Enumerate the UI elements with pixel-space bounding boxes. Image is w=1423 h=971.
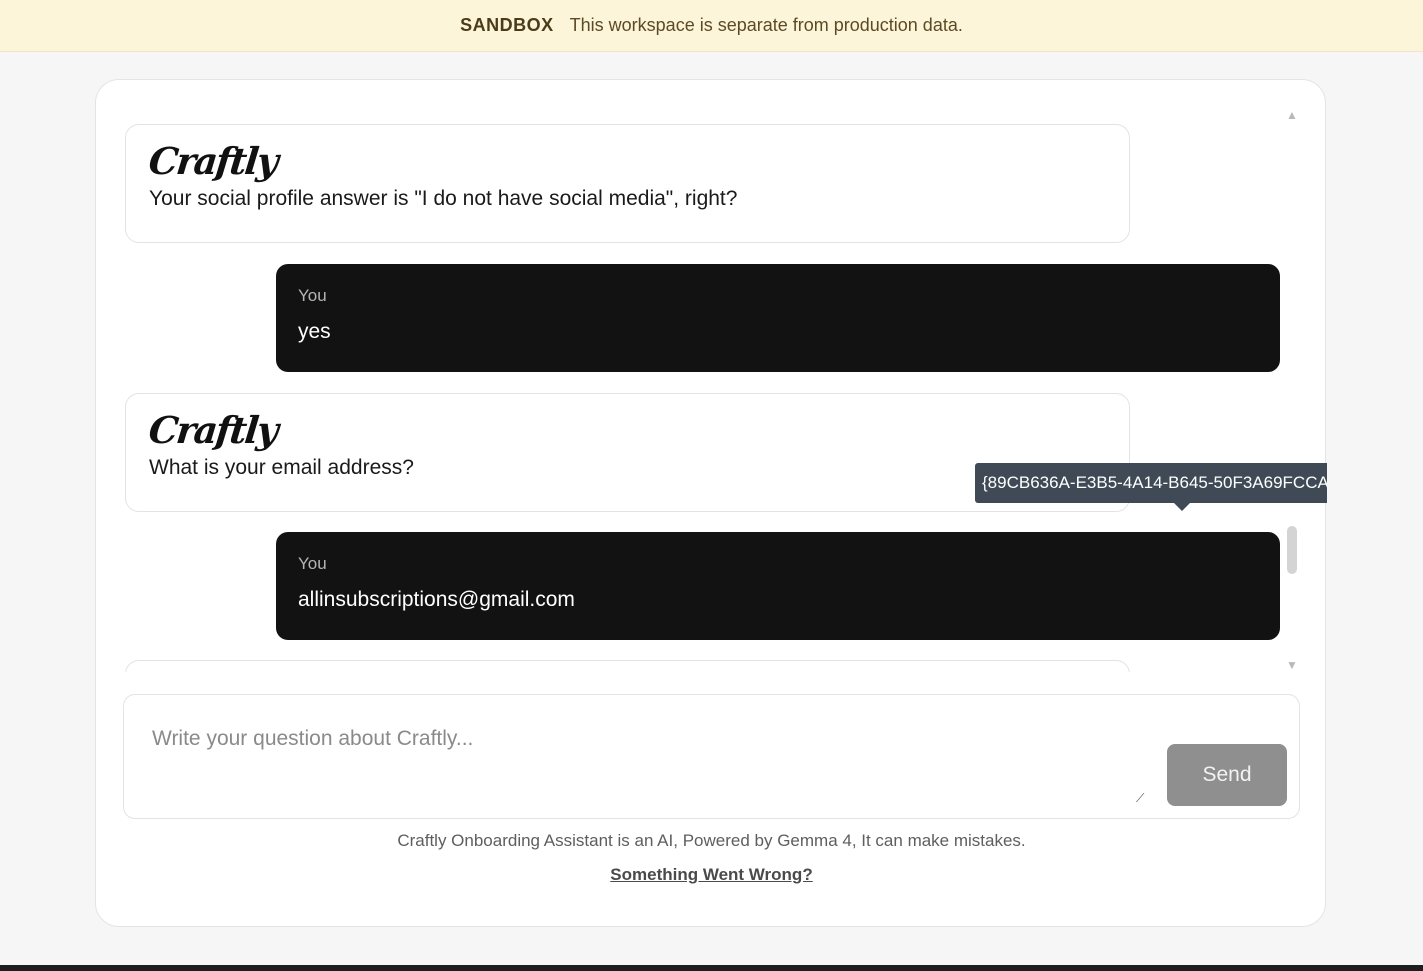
user-message: You allinsubscriptions@gmail.com: [276, 532, 1280, 640]
chat-card: Craftly Your social profile answer is "I…: [95, 79, 1327, 927]
craftly-logo: Craftly: [146, 139, 279, 183]
bottom-bar: [0, 965, 1423, 971]
question-input[interactable]: [125, 696, 1155, 818]
resize-grip-icon[interactable]: ⟋: [1136, 792, 1148, 804]
user-message-text: yes: [298, 320, 331, 343]
scroll-up-icon[interactable]: ▲: [1286, 109, 1298, 121]
bot-message-text: What is your email address?: [149, 456, 414, 479]
message-composer: ⟋ Send: [123, 694, 1300, 819]
bot-message: Craftly Your social profile answer is "I…: [125, 124, 1130, 243]
sandbox-tag: SANDBOX: [460, 15, 554, 35]
bot-message-text: Your social profile answer is "I do not …: [149, 187, 738, 210]
sandbox-banner: SANDBOX This workspace is separate from …: [0, 0, 1423, 52]
user-message: You yes: [276, 264, 1280, 372]
send-button[interactable]: Send: [1167, 744, 1287, 806]
scrollbar-thumb[interactable]: [1287, 526, 1297, 574]
scroll-down-icon[interactable]: ▼: [1286, 659, 1298, 671]
something-went-wrong-link[interactable]: Something Went Wrong?: [96, 865, 1327, 885]
user-message-text: allinsubscriptions@gmail.com: [298, 588, 575, 611]
user-message-label: You: [298, 554, 327, 573]
chat-transcript[interactable]: Craftly Your social profile answer is "I…: [96, 80, 1327, 672]
user-message-label: You: [298, 286, 327, 305]
filename-tooltip: {89CB636A-E3B5-4A14-B645-50F3A69FCCAE}.p…: [975, 463, 1327, 511]
craftly-logo: Craftly: [146, 408, 279, 452]
bot-message-partial: [125, 660, 1130, 672]
sandbox-message: This workspace is separate from producti…: [569, 15, 963, 35]
ai-disclaimer: Craftly Onboarding Assistant is an AI, P…: [397, 831, 1026, 850]
